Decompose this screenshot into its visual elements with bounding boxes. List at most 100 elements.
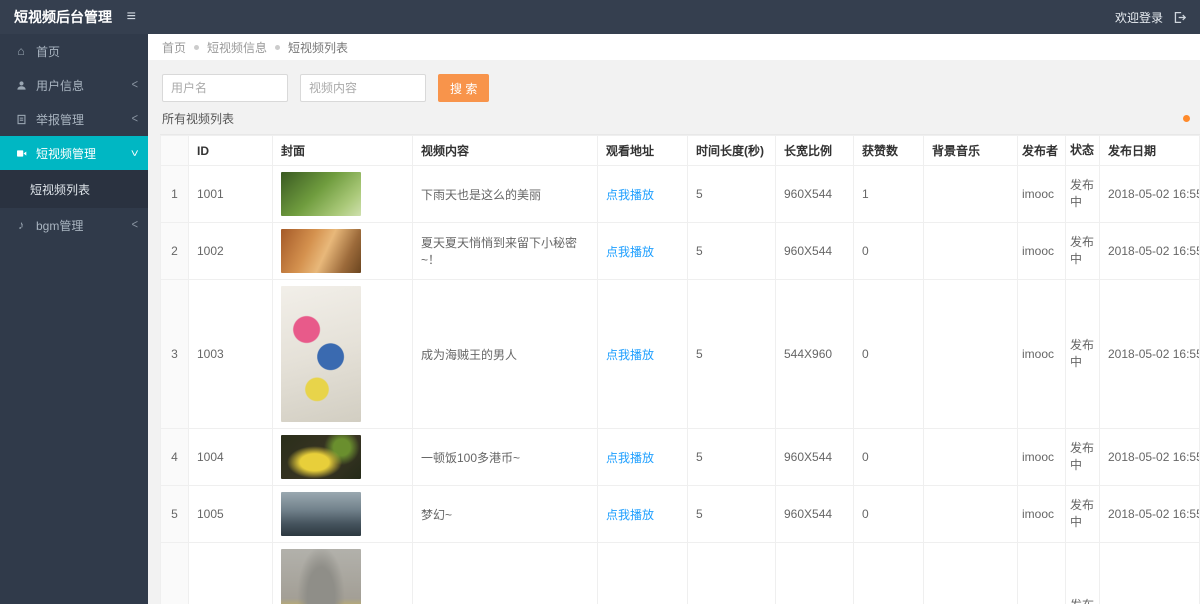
table-header-cell: ID [188,135,273,166]
row-number: 2 [160,222,189,280]
table-row: 1 1001 下雨天也是这么的美丽 点我播放 5 960X544 1 imooc 发布中 2018… [160,165,1200,223]
table-row: 5 1005 梦幻~ 点我播放 5 960X544 0 imooc 发布中 2018-05-02 … [160,485,1200,543]
bgm-cell [923,542,1018,604]
video-content-cell: 看我变魔术啦~~ [412,542,598,604]
publish-date-cell: 2018-05-02 16:55:40 [1099,485,1200,543]
watch-address-cell: 点我播放 [597,485,688,543]
table-header-cell: 封面 [272,135,413,166]
cover-cell [272,485,413,543]
play-video-link[interactable]: 点我播放 [606,508,654,522]
topbar: 短视频后台管理 ≡ 欢迎登录 [0,0,1200,34]
video-content-input[interactable] [300,74,426,102]
watch-address-cell: 点我播放 [597,542,688,604]
ratio-cell: 960X544 [775,222,854,280]
chevron-left-icon: < [131,77,138,93]
breadcrumb-video-info[interactable]: 短视频信息 [207,39,267,56]
sidebar-item-home[interactable]: ⌂ 首页 [0,34,148,68]
username-input[interactable] [162,74,288,102]
likes-count-cell: 0 [853,428,924,486]
play-video-link[interactable]: 点我播放 [606,188,654,202]
sidebar-item-report-mgmt[interactable]: 举报管理 < [0,102,148,136]
row-number: 5 [160,485,189,543]
anime-figure-photo [281,286,361,422]
status-cell: 发布中 [1065,542,1100,604]
breadcrumb-video-list: 短视频列表 [288,40,349,55]
publisher-cell: imooc [1017,279,1066,429]
hamburger-menu-icon[interactable]: ≡ [127,9,136,25]
play-video-link[interactable]: 点我播放 [606,245,654,259]
sidebar-item-bgm-mgmt[interactable]: ♪ bgm管理 < [0,208,148,242]
chevron-left-icon: < [131,217,138,233]
video-table-card: ID 封面 视频内容 观看地址 时间长度(秒) 长宽比例 获赞数 背景音乐 发布者 状态 发布日期 … [160,134,1200,604]
table-row: 61006 看我变魔术啦~~点我播放5544X9600 imooc发布中2018-0… [160,542,1200,604]
home-icon: ⌂ [17,44,25,58]
cover-cell [272,165,413,223]
video-content-cell: 夏天夏天悄悄到来留下小秘密~！ [412,222,598,280]
watch-address-cell: 点我播放 [597,165,688,223]
cover-cell [272,542,413,604]
breadcrumb-dot-icon [194,44,200,50]
table-header-cell: 背景音乐 [923,135,1018,166]
table-header-cell [160,135,189,166]
duration-cell: 5 [687,428,776,486]
bgm-cell [923,279,1018,429]
breadcrumb: 首页 短视频信息 短视频列表 [148,34,1200,60]
cover-cell [272,428,413,486]
play-video-link[interactable]: 点我播放 [606,451,654,465]
cover-cell [272,222,413,280]
sidebar-item-user-info[interactable]: 用户信息 < [0,68,148,102]
table-header-cell: 时间长度(秒) [687,135,776,166]
search-form: 搜 索 [162,74,1200,102]
watch-address-cell: 点我播放 [597,279,688,429]
main-content: 首页 短视频信息 短视频列表 搜 索 所有视频列表 ID封面视频内容观看地址时间… [148,34,1200,604]
status-cell: 发布中 [1065,222,1100,280]
publisher-cell: imooc [1017,542,1066,604]
ratio-cell: 960X544 [775,428,854,486]
ratio-cell: 960X544 [775,165,854,223]
video-id-cell: 1003 [188,279,273,429]
row-number: 3 [160,279,189,429]
table-row: 4 1004 一顿饭100多港币~ 点我播放 5 960X544 0 imooc 发布中 2018… [160,428,1200,486]
user-icon [14,80,28,91]
ratio-cell: 960X544 [775,485,854,543]
table-header-cell: 视频内容 [412,135,598,166]
green-leaves-photo [281,172,361,216]
publisher-cell: imooc [1017,428,1066,486]
breadcrumb-home[interactable]: 首页 [162,39,186,56]
table-header-cell: 状态 [1065,135,1100,166]
play-video-link[interactable]: 点我播放 [606,348,654,362]
video-content-cell: 一顿饭100多港币~ [412,428,598,486]
search-button[interactable]: 搜 索 [438,74,490,102]
video-id-cell: 1002 [188,222,273,280]
publisher-cell: imooc [1017,165,1066,223]
topbar-brand: 短视频后台管理 ≡ [0,7,148,27]
sidebar-item-video-mgmt[interactable]: 短视频管理 < [0,136,148,170]
table-header-cell: 长宽比例 [775,135,854,166]
table-row: 2 1002 夏天夏天悄悄到来留下小秘密~！ 点我播放 5 960X544 0 imooc 发布… [160,222,1200,280]
video-content-cell: 梦幻~ [412,485,598,543]
likes-count-cell: 1 [853,165,924,223]
publish-date-cell: 2018-05-02 16:55:40 [1099,165,1200,223]
welcome-login-link[interactable]: 欢迎登录 [1115,9,1163,26]
duration-cell: 5 [687,222,776,280]
bgm-cell [923,165,1018,223]
duration-cell: 5 [687,542,776,604]
publish-date-cell: 2018-05-02 16:55:40 [1099,542,1200,604]
table-header-cell: 发布日期 [1099,135,1200,166]
video-id-cell: 1006 [188,542,273,604]
status-cell: 发布中 [1065,485,1100,543]
likes-count-cell: 0 [853,222,924,280]
logout-icon[interactable] [1173,11,1186,24]
topbar-actions: 欢迎登录 [1115,9,1200,26]
duration-cell: 5 [687,485,776,543]
likes-count-cell: 0 [853,485,924,543]
panel-title: 所有视频列表 [162,110,1190,128]
duration-cell: 5 [687,279,776,429]
sidebar-subitem-video-list[interactable]: 短视频列表 [0,174,148,204]
status-cell: 发布中 [1065,428,1100,486]
video-id-cell: 1004 [188,428,273,486]
publish-date-cell: 2018-05-02 16:55:40 [1099,222,1200,280]
publish-date-cell: 2018-05-02 16:55:40 [1099,279,1200,429]
status-cell: 发布中 [1065,279,1100,429]
row-number: 6 [160,542,189,604]
